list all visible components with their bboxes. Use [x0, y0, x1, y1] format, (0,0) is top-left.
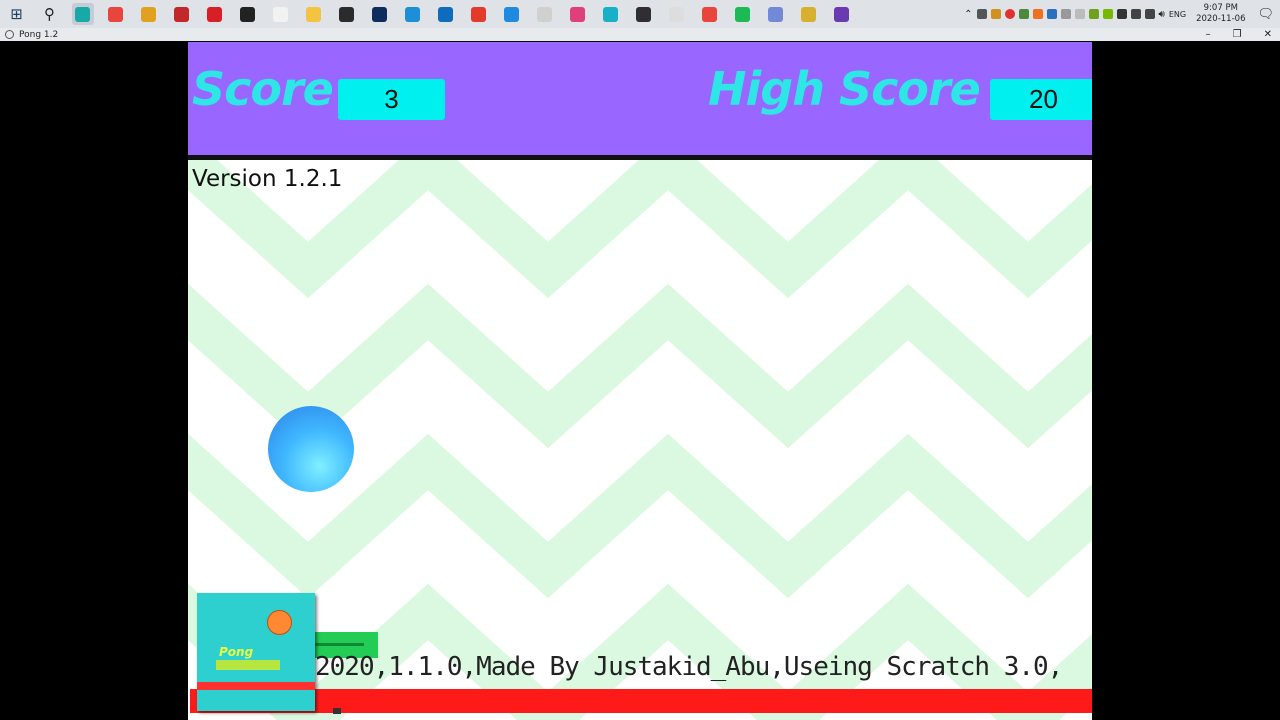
app-icon[interactable] — [138, 3, 160, 25]
windows-start-icon[interactable]: ⊞ — [6, 3, 28, 25]
tray-app-icon[interactable] — [1088, 9, 1099, 19]
thumbnail-title: Pong — [219, 645, 254, 659]
clock-time: 9:07 PM — [1203, 3, 1238, 13]
among-us-icon[interactable] — [171, 3, 193, 25]
high-score-value: 20 — [990, 79, 1092, 120]
file-explorer-icon[interactable] — [303, 3, 325, 25]
usb-icon[interactable] — [1060, 9, 1071, 19]
chrome-icon[interactable] — [105, 3, 127, 25]
nvidia-icon[interactable] — [1102, 9, 1113, 19]
pong-thumbnail: Pong — [197, 593, 315, 711]
obs-icon-glyph — [636, 6, 651, 22]
tray-app-icon[interactable] — [990, 9, 1001, 19]
clock-date: 2020-11-06 — [1196, 14, 1246, 24]
unity-icon-glyph — [669, 6, 684, 22]
mail-icon[interactable] — [435, 3, 457, 25]
rh-icon-glyph — [801, 6, 816, 22]
search-icon[interactable]: ⚲ — [39, 3, 61, 25]
unity-icon[interactable] — [666, 3, 688, 25]
app-icon-glyph — [570, 6, 585, 22]
notification-icon[interactable]: 🗨︎ — [1257, 7, 1274, 22]
app-icon[interactable] — [831, 3, 853, 25]
thumbnail-paddle — [216, 660, 280, 670]
store-icon-glyph — [339, 6, 354, 22]
credit-text: 2020,1.1.0,Made By Justakid_Abu,Useing S… — [315, 652, 1063, 682]
netflix-icon[interactable] — [204, 3, 226, 25]
restore-button[interactable]: ❐ — [1233, 28, 1242, 41]
mouse-cursor — [333, 708, 341, 714]
tray-app-icon[interactable] — [976, 9, 987, 19]
score-value: 3 — [338, 79, 445, 120]
pinned-apps — [66, 3, 858, 25]
edge-icon[interactable] — [402, 3, 424, 25]
tray-app-icon[interactable] — [1018, 9, 1029, 19]
version-label: Version 1.2.1 — [192, 166, 343, 192]
floor-bar — [190, 689, 1092, 713]
photoshop-icon-glyph — [372, 6, 387, 22]
roblox-icon-glyph — [471, 6, 486, 22]
photoshop-icon[interactable] — [369, 3, 391, 25]
chrome-icon[interactable] — [699, 3, 721, 25]
discord-icon-glyph — [768, 6, 783, 22]
thumbnail-ball — [267, 610, 292, 635]
obs-icon[interactable] — [633, 3, 655, 25]
language-indicator[interactable]: ENG — [1169, 10, 1186, 19]
clock[interactable]: 9:07 PM 2020-11-06 — [1196, 3, 1245, 25]
battery-icon[interactable] — [1144, 9, 1155, 19]
tray-app-icon[interactable] — [1004, 9, 1015, 19]
pong-app-icon — [5, 30, 14, 39]
app-icon-glyph — [75, 6, 90, 22]
tray-app-icon[interactable] — [1032, 9, 1043, 19]
volume-icon[interactable]: 🔊︎ — [1159, 9, 1165, 20]
game-stage[interactable]: Score 3 High Score 20 Version 1.2.1 2020… — [188, 42, 1092, 720]
roblox-icon[interactable] — [468, 3, 490, 25]
paint-icon[interactable] — [534, 3, 556, 25]
system-tray: ⌃ 🔊︎ ENG 9:07 PM 2020-11-06 🗨︎ — [964, 0, 1280, 28]
terminal-icon[interactable] — [237, 3, 259, 25]
score-header: Score 3 High Score 20 — [188, 42, 1092, 160]
discord-icon[interactable] — [765, 3, 787, 25]
close-button[interactable]: ✕ — [1264, 28, 1272, 41]
store-icon[interactable] — [336, 3, 358, 25]
taskbar: ⊞ ⚲ ⌃ 🔊︎ ENG 9:07 PM 2020-11-06 🗨︎ — [0, 0, 1280, 28]
high-score-label: High Score — [708, 62, 981, 116]
app-icon[interactable] — [71, 3, 94, 25]
edge-icon-glyph — [405, 6, 420, 22]
spotify-icon[interactable] — [732, 3, 754, 25]
tray-app-icon[interactable] — [1074, 9, 1085, 19]
thumbnail-floor — [197, 682, 315, 690]
score-label: Score — [192, 62, 334, 116]
rh-icon[interactable] — [798, 3, 820, 25]
tray-app-icon[interactable] — [1046, 9, 1057, 19]
network-icon[interactable] — [1130, 9, 1141, 19]
netflix-icon-glyph — [207, 6, 222, 22]
chevron-up-icon[interactable]: ⌃ — [964, 9, 972, 20]
app-icon-glyph — [141, 6, 156, 22]
ball — [268, 406, 354, 492]
chrome-icon-glyph — [702, 6, 717, 22]
mail-icon-glyph — [438, 6, 453, 22]
app-icon-glyph — [603, 6, 618, 22]
terminal-icon-glyph — [240, 6, 255, 22]
zigzag-band — [188, 283, 1092, 449]
app-icon[interactable] — [501, 3, 523, 25]
app-icon[interactable] — [567, 3, 589, 25]
among-us-icon-glyph — [174, 6, 189, 22]
tray-app-icon[interactable] — [1116, 9, 1127, 19]
app-icon-glyph — [834, 6, 849, 22]
window-title: Pong 1.2 — [19, 29, 59, 40]
spotify-icon-glyph — [735, 6, 750, 22]
file-icon-glyph — [273, 6, 288, 22]
chrome-icon-glyph — [108, 6, 123, 22]
paint-icon-glyph — [537, 6, 552, 22]
window-titlebar: Pong 1.2 – ❐ ✕ — [0, 28, 1280, 41]
file-icon[interactable] — [270, 3, 292, 25]
app-icon[interactable] — [600, 3, 622, 25]
window-controls: – ❐ ✕ — [1206, 28, 1272, 41]
file-explorer-icon-glyph — [306, 6, 321, 22]
app-icon-glyph — [504, 6, 519, 22]
minimize-button[interactable]: – — [1206, 28, 1211, 41]
